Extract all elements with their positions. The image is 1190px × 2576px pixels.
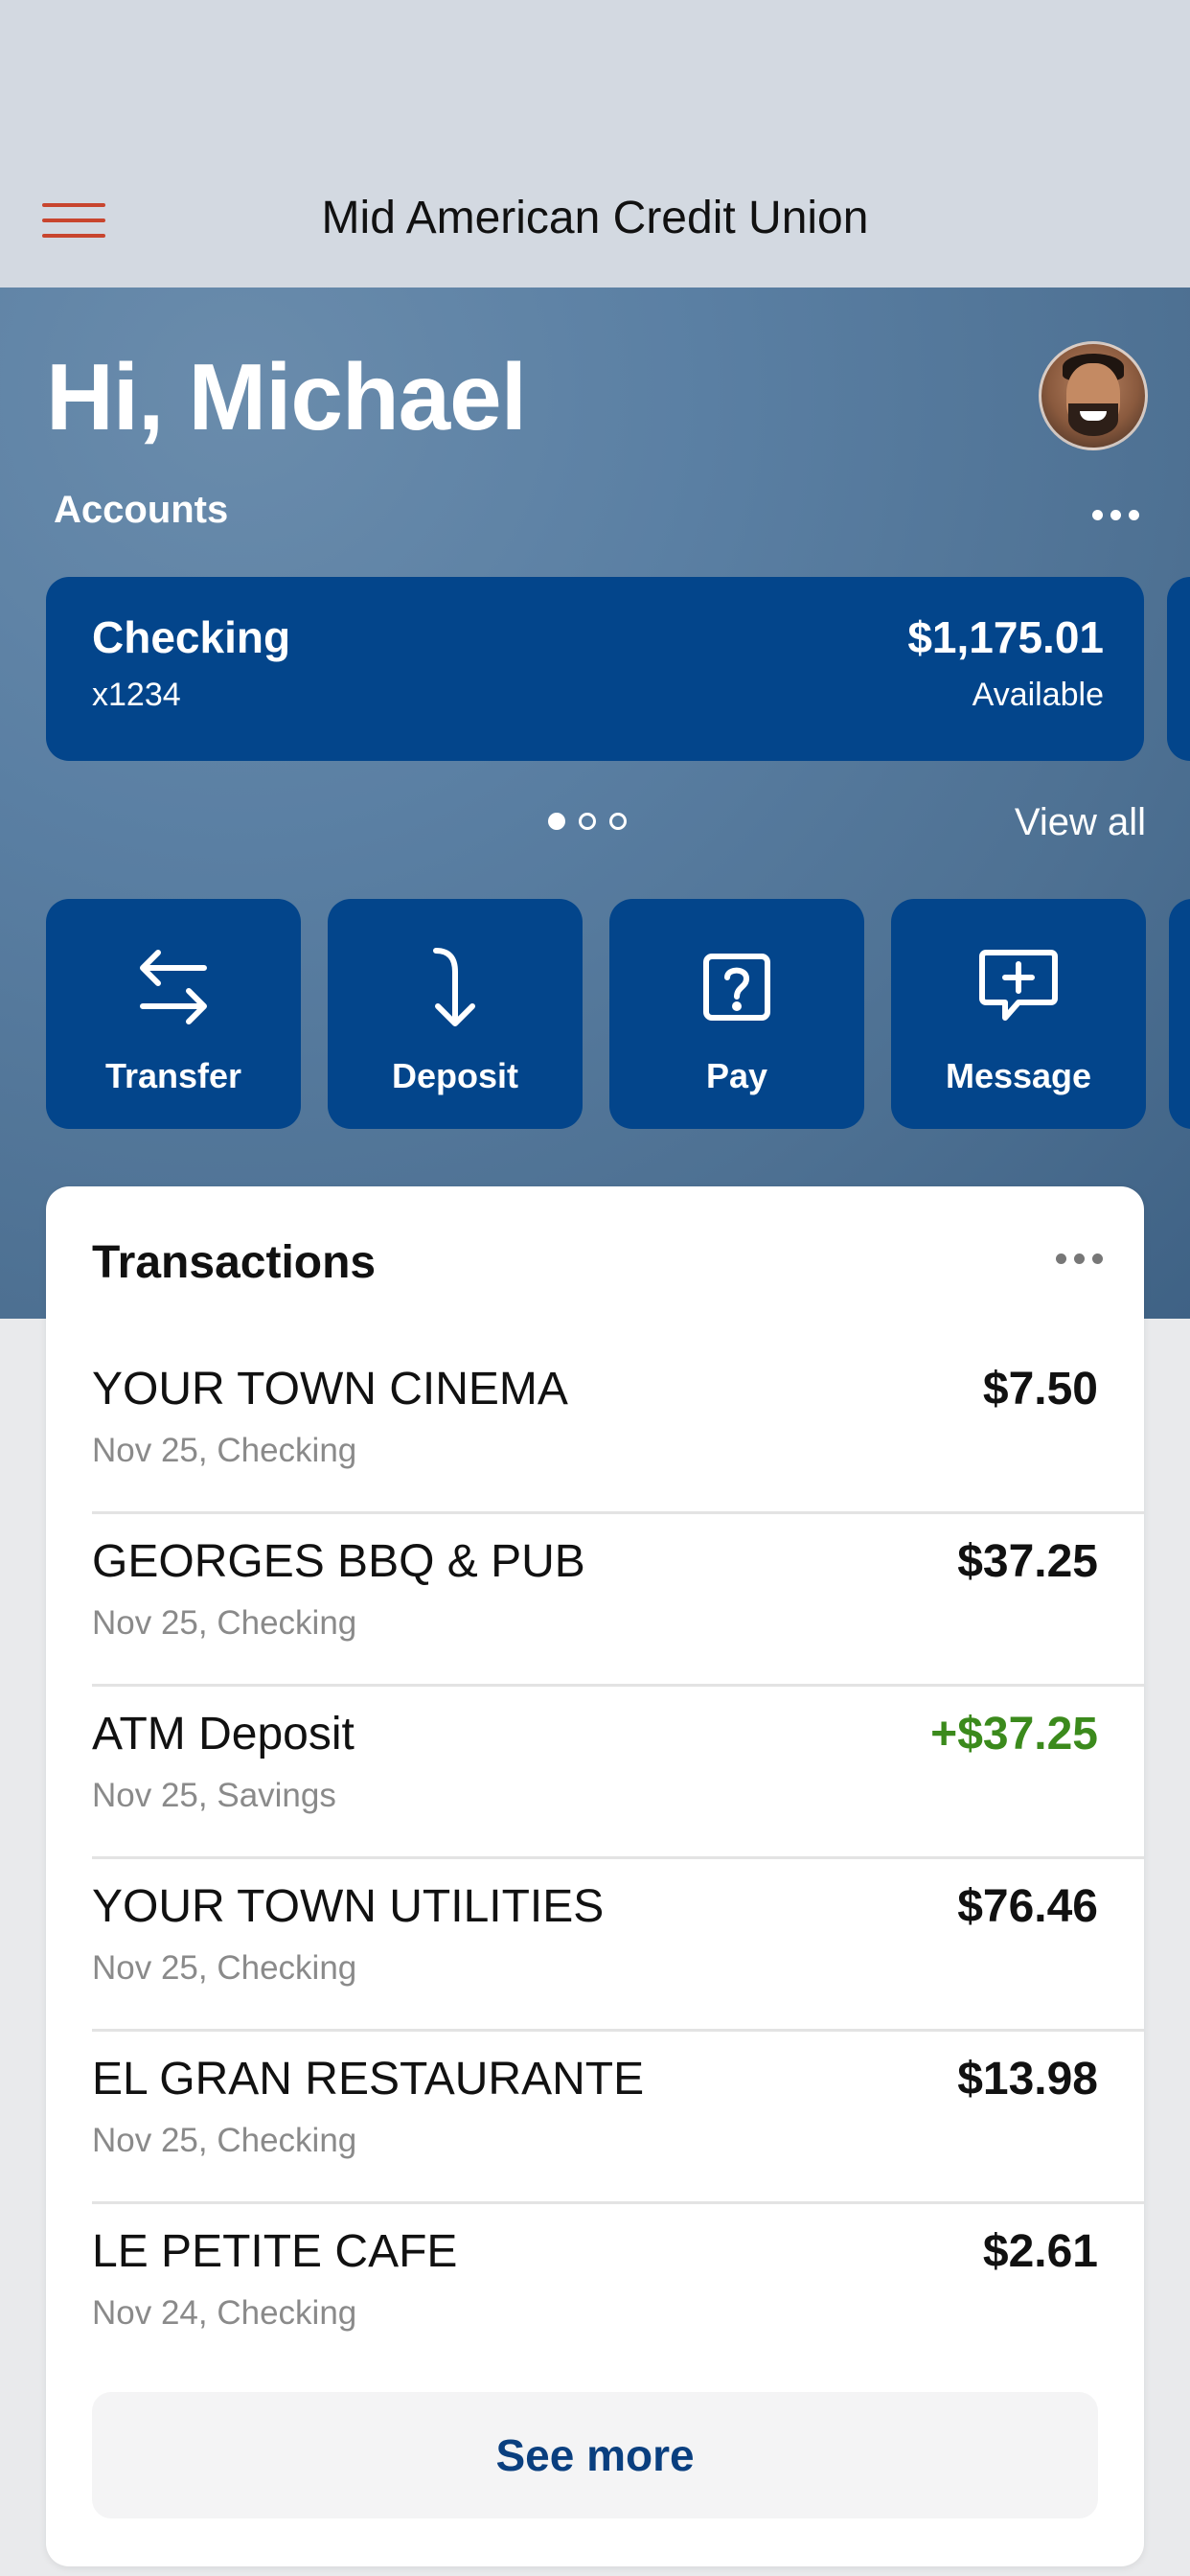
pay-question-icon: [703, 954, 770, 1021]
transaction-meta: Nov 25, Checking: [92, 1604, 357, 1642]
accounts-label: Accounts: [54, 489, 229, 531]
transaction-row[interactable]: GEORGES BBQ & PUB Nov 25, Checking $37.2…: [92, 1514, 1144, 1687]
account-name: Checking: [92, 612, 291, 662]
transaction-merchant: LE PETITE CAFE: [92, 2226, 458, 2277]
transaction-meta: Nov 25, Checking: [92, 1432, 357, 1469]
transaction-amount: +$37.25: [930, 1709, 1098, 1760]
transaction-amount: $37.25: [957, 1536, 1098, 1587]
accounts-more-icon[interactable]: [1092, 510, 1139, 520]
deposit-arrow-icon: [433, 948, 475, 1026]
transactions-card: Transactions YOUR TOWN CINEMA Nov 25, Ch…: [46, 1186, 1144, 2566]
transfer-button[interactable]: Transfer: [46, 899, 301, 1129]
transaction-merchant: EL GRAN RESTAURANTE: [92, 2054, 645, 2104]
account-number: x1234: [92, 677, 181, 713]
pager-dot[interactable]: [609, 813, 627, 830]
pager-dot[interactable]: [548, 813, 565, 830]
transaction-amount: $2.61: [982, 2226, 1098, 2277]
transaction-merchant: YOUR TOWN CINEMA: [92, 1364, 568, 1414]
transaction-amount: $76.46: [957, 1881, 1098, 1932]
pay-button[interactable]: Pay: [609, 899, 864, 1129]
next-account-card[interactable]: [1167, 577, 1190, 761]
transaction-amount: $7.50: [982, 1364, 1098, 1414]
greeting: Hi, Michael: [46, 344, 527, 449]
message-plus-icon: [979, 950, 1058, 1021]
transaction-meta: Nov 25, Checking: [92, 1949, 357, 1987]
transaction-row[interactable]: LE PETITE CAFE Nov 24, Checking $2.61: [92, 2204, 1098, 2377]
transaction-amount: $13.98: [957, 2054, 1098, 2104]
transfer-arrows-icon: [140, 950, 207, 1024]
next-action-button[interactable]: [1169, 899, 1190, 1129]
transfer-label: Transfer: [104, 1056, 242, 1095]
transaction-meta: Nov 25, Savings: [92, 1777, 336, 1814]
pager-dot[interactable]: [579, 813, 596, 830]
transaction-meta: Nov 24, Checking: [92, 2294, 357, 2332]
transactions-more-icon[interactable]: [1056, 1254, 1103, 1264]
deposit-label: Deposit: [391, 1056, 518, 1095]
transactions-title: Transactions: [92, 1237, 377, 1288]
see-more-button[interactable]: See more: [92, 2392, 1098, 2518]
transaction-merchant: ATM Deposit: [92, 1709, 355, 1760]
message-button[interactable]: Message: [891, 899, 1146, 1129]
transaction-row[interactable]: ATM Deposit Nov 25, Savings +$37.25: [92, 1687, 1144, 1859]
transaction-row[interactable]: YOUR TOWN CINEMA Nov 25, Checking $7.50: [92, 1342, 1144, 1514]
avatar[interactable]: [1039, 341, 1148, 450]
pay-label: Pay: [705, 1056, 768, 1095]
transaction-meta: Nov 25, Checking: [92, 2122, 357, 2159]
transaction-row[interactable]: EL GRAN RESTAURANTE Nov 25, Checking $13…: [92, 2032, 1144, 2204]
transaction-merchant: YOUR TOWN UTILITIES: [92, 1881, 605, 1932]
account-balance-label: Available: [972, 677, 1104, 713]
transaction-row[interactable]: YOUR TOWN UTILITIES Nov 25, Checking $76…: [92, 1859, 1144, 2032]
message-label: Message: [945, 1056, 1092, 1095]
view-all-link[interactable]: View all: [1015, 801, 1146, 844]
account-balance: $1,175.01: [907, 612, 1104, 662]
account-card-checking[interactable]: Checking x1234 $1,175.01 Available: [46, 577, 1144, 761]
status-bar: [0, 0, 1190, 153]
transaction-merchant: GEORGES BBQ & PUB: [92, 1536, 585, 1587]
deposit-button[interactable]: Deposit: [328, 899, 583, 1129]
app-title: Mid American Credit Union: [321, 193, 869, 243]
account-pager[interactable]: [548, 813, 627, 830]
